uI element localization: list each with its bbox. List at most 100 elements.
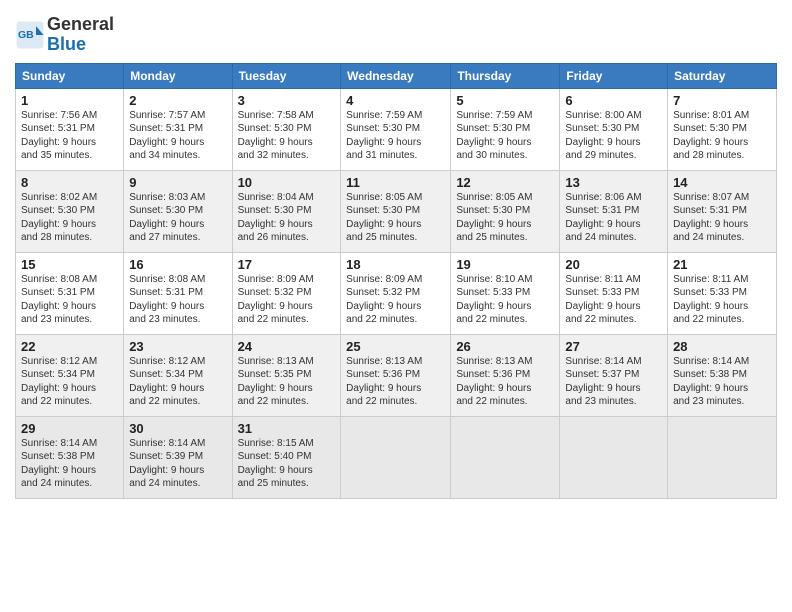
weekday-header-wednesday: Wednesday: [341, 63, 451, 88]
logo: GB General Blue: [15, 15, 114, 55]
calendar-cell: 2Sunrise: 7:57 AM Sunset: 5:31 PM Daylig…: [124, 88, 232, 170]
day-info: Sunrise: 8:02 AM Sunset: 5:30 PM Dayligh…: [21, 191, 118, 245]
calendar-cell: 21Sunrise: 8:11 AM Sunset: 5:33 PM Dayli…: [668, 252, 777, 334]
calendar-week-1: 1Sunrise: 7:56 AM Sunset: 5:31 PM Daylig…: [16, 88, 777, 170]
calendar-cell: [668, 416, 777, 498]
day-number: 18: [346, 257, 445, 272]
day-number: 9: [129, 175, 226, 190]
calendar-week-2: 8Sunrise: 8:02 AM Sunset: 5:30 PM Daylig…: [16, 170, 777, 252]
day-number: 24: [238, 339, 336, 354]
day-number: 12: [456, 175, 554, 190]
calendar-cell: 25Sunrise: 8:13 AM Sunset: 5:36 PM Dayli…: [341, 334, 451, 416]
day-info: Sunrise: 8:13 AM Sunset: 5:36 PM Dayligh…: [346, 355, 445, 409]
calendar-cell: 16Sunrise: 8:08 AM Sunset: 5:31 PM Dayli…: [124, 252, 232, 334]
calendar-cell: 3Sunrise: 7:58 AM Sunset: 5:30 PM Daylig…: [232, 88, 341, 170]
calendar-cell: 15Sunrise: 8:08 AM Sunset: 5:31 PM Dayli…: [16, 252, 124, 334]
calendar-cell: 20Sunrise: 8:11 AM Sunset: 5:33 PM Dayli…: [560, 252, 668, 334]
day-number: 16: [129, 257, 226, 272]
day-number: 29: [21, 421, 118, 436]
calendar-week-5: 29Sunrise: 8:14 AM Sunset: 5:38 PM Dayli…: [16, 416, 777, 498]
weekday-header-sunday: Sunday: [16, 63, 124, 88]
calendar-cell: 14Sunrise: 8:07 AM Sunset: 5:31 PM Dayli…: [668, 170, 777, 252]
day-number: 10: [238, 175, 336, 190]
day-number: 22: [21, 339, 118, 354]
day-info: Sunrise: 8:14 AM Sunset: 5:39 PM Dayligh…: [129, 437, 226, 491]
calendar-cell: 12Sunrise: 8:05 AM Sunset: 5:30 PM Dayli…: [451, 170, 560, 252]
calendar-cell: 7Sunrise: 8:01 AM Sunset: 5:30 PM Daylig…: [668, 88, 777, 170]
calendar-cell: 18Sunrise: 8:09 AM Sunset: 5:32 PM Dayli…: [341, 252, 451, 334]
day-number: 6: [565, 93, 662, 108]
day-info: Sunrise: 8:01 AM Sunset: 5:30 PM Dayligh…: [673, 109, 771, 163]
calendar-cell: [560, 416, 668, 498]
calendar-cell: 22Sunrise: 8:12 AM Sunset: 5:34 PM Dayli…: [16, 334, 124, 416]
day-info: Sunrise: 7:58 AM Sunset: 5:30 PM Dayligh…: [238, 109, 336, 163]
calendar-cell: 6Sunrise: 8:00 AM Sunset: 5:30 PM Daylig…: [560, 88, 668, 170]
logo-text: General Blue: [47, 15, 114, 55]
calendar-cell: 5Sunrise: 7:59 AM Sunset: 5:30 PM Daylig…: [451, 88, 560, 170]
day-number: 28: [673, 339, 771, 354]
day-info: Sunrise: 7:59 AM Sunset: 5:30 PM Dayligh…: [456, 109, 554, 163]
day-number: 13: [565, 175, 662, 190]
calendar-table: SundayMondayTuesdayWednesdayThursdayFrid…: [15, 63, 777, 499]
day-number: 7: [673, 93, 771, 108]
logo-icon: GB: [15, 20, 45, 50]
day-number: 14: [673, 175, 771, 190]
day-number: 4: [346, 93, 445, 108]
calendar-cell: 29Sunrise: 8:14 AM Sunset: 5:38 PM Dayli…: [16, 416, 124, 498]
day-info: Sunrise: 8:14 AM Sunset: 5:38 PM Dayligh…: [21, 437, 118, 491]
calendar-cell: 9Sunrise: 8:03 AM Sunset: 5:30 PM Daylig…: [124, 170, 232, 252]
day-number: 27: [565, 339, 662, 354]
calendar-cell: 30Sunrise: 8:14 AM Sunset: 5:39 PM Dayli…: [124, 416, 232, 498]
day-info: Sunrise: 7:56 AM Sunset: 5:31 PM Dayligh…: [21, 109, 118, 163]
day-number: 26: [456, 339, 554, 354]
weekday-header-monday: Monday: [124, 63, 232, 88]
svg-text:GB: GB: [18, 29, 34, 41]
calendar-cell: 26Sunrise: 8:13 AM Sunset: 5:36 PM Dayli…: [451, 334, 560, 416]
calendar-week-4: 22Sunrise: 8:12 AM Sunset: 5:34 PM Dayli…: [16, 334, 777, 416]
calendar-cell: 17Sunrise: 8:09 AM Sunset: 5:32 PM Dayli…: [232, 252, 341, 334]
day-info: Sunrise: 8:08 AM Sunset: 5:31 PM Dayligh…: [21, 273, 118, 327]
day-number: 31: [238, 421, 336, 436]
day-info: Sunrise: 8:04 AM Sunset: 5:30 PM Dayligh…: [238, 191, 336, 245]
calendar-cell: 28Sunrise: 8:14 AM Sunset: 5:38 PM Dayli…: [668, 334, 777, 416]
day-number: 17: [238, 257, 336, 272]
day-number: 1: [21, 93, 118, 108]
day-number: 5: [456, 93, 554, 108]
day-info: Sunrise: 8:13 AM Sunset: 5:35 PM Dayligh…: [238, 355, 336, 409]
day-number: 8: [21, 175, 118, 190]
calendar-cell: 4Sunrise: 7:59 AM Sunset: 5:30 PM Daylig…: [341, 88, 451, 170]
day-info: Sunrise: 8:03 AM Sunset: 5:30 PM Dayligh…: [129, 191, 226, 245]
calendar-cell: 23Sunrise: 8:12 AM Sunset: 5:34 PM Dayli…: [124, 334, 232, 416]
day-info: Sunrise: 8:12 AM Sunset: 5:34 PM Dayligh…: [129, 355, 226, 409]
day-info: Sunrise: 7:59 AM Sunset: 5:30 PM Dayligh…: [346, 109, 445, 163]
calendar-header-row: SundayMondayTuesdayWednesdayThursdayFrid…: [16, 63, 777, 88]
day-info: Sunrise: 8:00 AM Sunset: 5:30 PM Dayligh…: [565, 109, 662, 163]
day-info: Sunrise: 8:14 AM Sunset: 5:37 PM Dayligh…: [565, 355, 662, 409]
day-info: Sunrise: 7:57 AM Sunset: 5:31 PM Dayligh…: [129, 109, 226, 163]
day-number: 20: [565, 257, 662, 272]
calendar-cell: 31Sunrise: 8:15 AM Sunset: 5:40 PM Dayli…: [232, 416, 341, 498]
calendar-cell: 24Sunrise: 8:13 AM Sunset: 5:35 PM Dayli…: [232, 334, 341, 416]
main-container: GB General Blue SundayMondayTuesdayWedne…: [0, 0, 792, 509]
day-info: Sunrise: 8:15 AM Sunset: 5:40 PM Dayligh…: [238, 437, 336, 491]
calendar-cell: 1Sunrise: 7:56 AM Sunset: 5:31 PM Daylig…: [16, 88, 124, 170]
calendar-cell: 10Sunrise: 8:04 AM Sunset: 5:30 PM Dayli…: [232, 170, 341, 252]
weekday-header-thursday: Thursday: [451, 63, 560, 88]
day-info: Sunrise: 8:11 AM Sunset: 5:33 PM Dayligh…: [565, 273, 662, 327]
header: GB General Blue: [15, 10, 777, 55]
day-info: Sunrise: 8:06 AM Sunset: 5:31 PM Dayligh…: [565, 191, 662, 245]
calendar-cell: 27Sunrise: 8:14 AM Sunset: 5:37 PM Dayli…: [560, 334, 668, 416]
day-info: Sunrise: 8:08 AM Sunset: 5:31 PM Dayligh…: [129, 273, 226, 327]
day-number: 2: [129, 93, 226, 108]
weekday-header-saturday: Saturday: [668, 63, 777, 88]
day-info: Sunrise: 8:09 AM Sunset: 5:32 PM Dayligh…: [238, 273, 336, 327]
day-number: 30: [129, 421, 226, 436]
calendar-cell: 13Sunrise: 8:06 AM Sunset: 5:31 PM Dayli…: [560, 170, 668, 252]
calendar-cell: 8Sunrise: 8:02 AM Sunset: 5:30 PM Daylig…: [16, 170, 124, 252]
day-info: Sunrise: 8:11 AM Sunset: 5:33 PM Dayligh…: [673, 273, 771, 327]
day-number: 21: [673, 257, 771, 272]
calendar-cell: [341, 416, 451, 498]
day-number: 25: [346, 339, 445, 354]
day-info: Sunrise: 8:12 AM Sunset: 5:34 PM Dayligh…: [21, 355, 118, 409]
calendar-cell: 11Sunrise: 8:05 AM Sunset: 5:30 PM Dayli…: [341, 170, 451, 252]
